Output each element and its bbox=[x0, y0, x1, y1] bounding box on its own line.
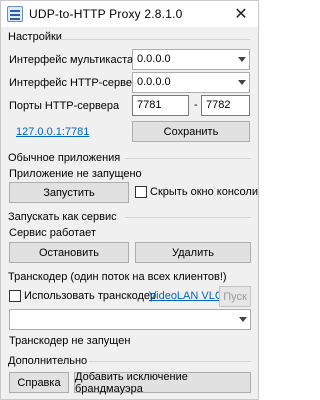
service-status-label: Сервис работает bbox=[9, 227, 96, 239]
hide-console-checkbox[interactable] bbox=[135, 186, 147, 198]
save-button[interactable]: Сохранить bbox=[132, 121, 250, 142]
add-firewall-exception-button[interactable]: Добавить исключение брандмауэра bbox=[74, 371, 251, 395]
settings-section-title: Настройки bbox=[8, 31, 62, 43]
window-title: UDP-to-HTTP Proxy 2.8.1.0 bbox=[29, 7, 183, 21]
service-divider bbox=[125, 217, 251, 218]
hide-console-label: Скрыть окно консоли bbox=[150, 186, 258, 198]
videolan-vlc-link[interactable]: VideoLAN VLC bbox=[149, 290, 223, 302]
title-bar: UDP-to-HTTP Proxy 2.8.1.0 ✕ bbox=[1, 1, 258, 27]
app-icon bbox=[7, 6, 23, 22]
extra-section-title: Дополнительно bbox=[8, 355, 88, 367]
transcoder-path-combo[interactable] bbox=[9, 309, 251, 330]
http-ports-label: Порты HTTP-сервера bbox=[9, 100, 120, 112]
use-transcoder-checkbox[interactable] bbox=[9, 290, 21, 302]
multicast-interface-value: 0.0.0.0 bbox=[137, 53, 171, 65]
help-button[interactable]: Справка bbox=[9, 372, 69, 393]
close-button[interactable]: ✕ bbox=[224, 1, 258, 27]
extra-divider bbox=[89, 361, 251, 362]
chevron-down-icon bbox=[239, 317, 247, 322]
transcoder-browse-button[interactable]: Пуск bbox=[219, 286, 251, 307]
port-from-input[interactable]: 7781 bbox=[132, 95, 189, 116]
app-section-title: Обычное приложения bbox=[8, 152, 121, 164]
multicast-interface-combo[interactable]: 0.0.0.0 bbox=[132, 49, 250, 70]
app-window: UDP-to-HTTP Proxy 2.8.1.0 ✕ Настройки Ин… bbox=[0, 0, 259, 400]
remove-service-button[interactable]: Удалить bbox=[135, 242, 251, 263]
port-separator: - bbox=[194, 99, 198, 111]
local-address-link[interactable]: 127.0.0.1:7781 bbox=[16, 126, 89, 138]
start-button[interactable]: Запустить bbox=[9, 182, 129, 203]
http-interface-combo[interactable]: 0.0.0.0 bbox=[132, 72, 250, 93]
chevron-down-icon bbox=[238, 80, 246, 85]
http-interface-value: 0.0.0.0 bbox=[137, 76, 171, 88]
app-status-label: Приложение не запущено bbox=[9, 168, 142, 180]
multicast-interface-label: Интерфейс мультикаста bbox=[9, 54, 134, 66]
port-to-input[interactable]: 7782 bbox=[201, 95, 250, 116]
main-content: Настройки Интерфейс мультикаста 0.0.0.0 … bbox=[1, 27, 258, 399]
use-transcoder-label: Использовать транскодер bbox=[24, 290, 157, 302]
chevron-down-icon bbox=[238, 57, 246, 62]
http-interface-label: Интерфейс HTTP-сервера bbox=[9, 77, 145, 89]
settings-divider bbox=[59, 39, 251, 40]
app-divider bbox=[125, 158, 251, 159]
stop-service-button[interactable]: Остановить bbox=[9, 242, 129, 263]
service-section-title: Запускать как сервис bbox=[8, 211, 117, 223]
transcoder-section-title: Транскодер (один поток на всех клиентов!… bbox=[8, 271, 227, 283]
transcoder-status-label: Транскодер не запущен bbox=[9, 335, 131, 347]
